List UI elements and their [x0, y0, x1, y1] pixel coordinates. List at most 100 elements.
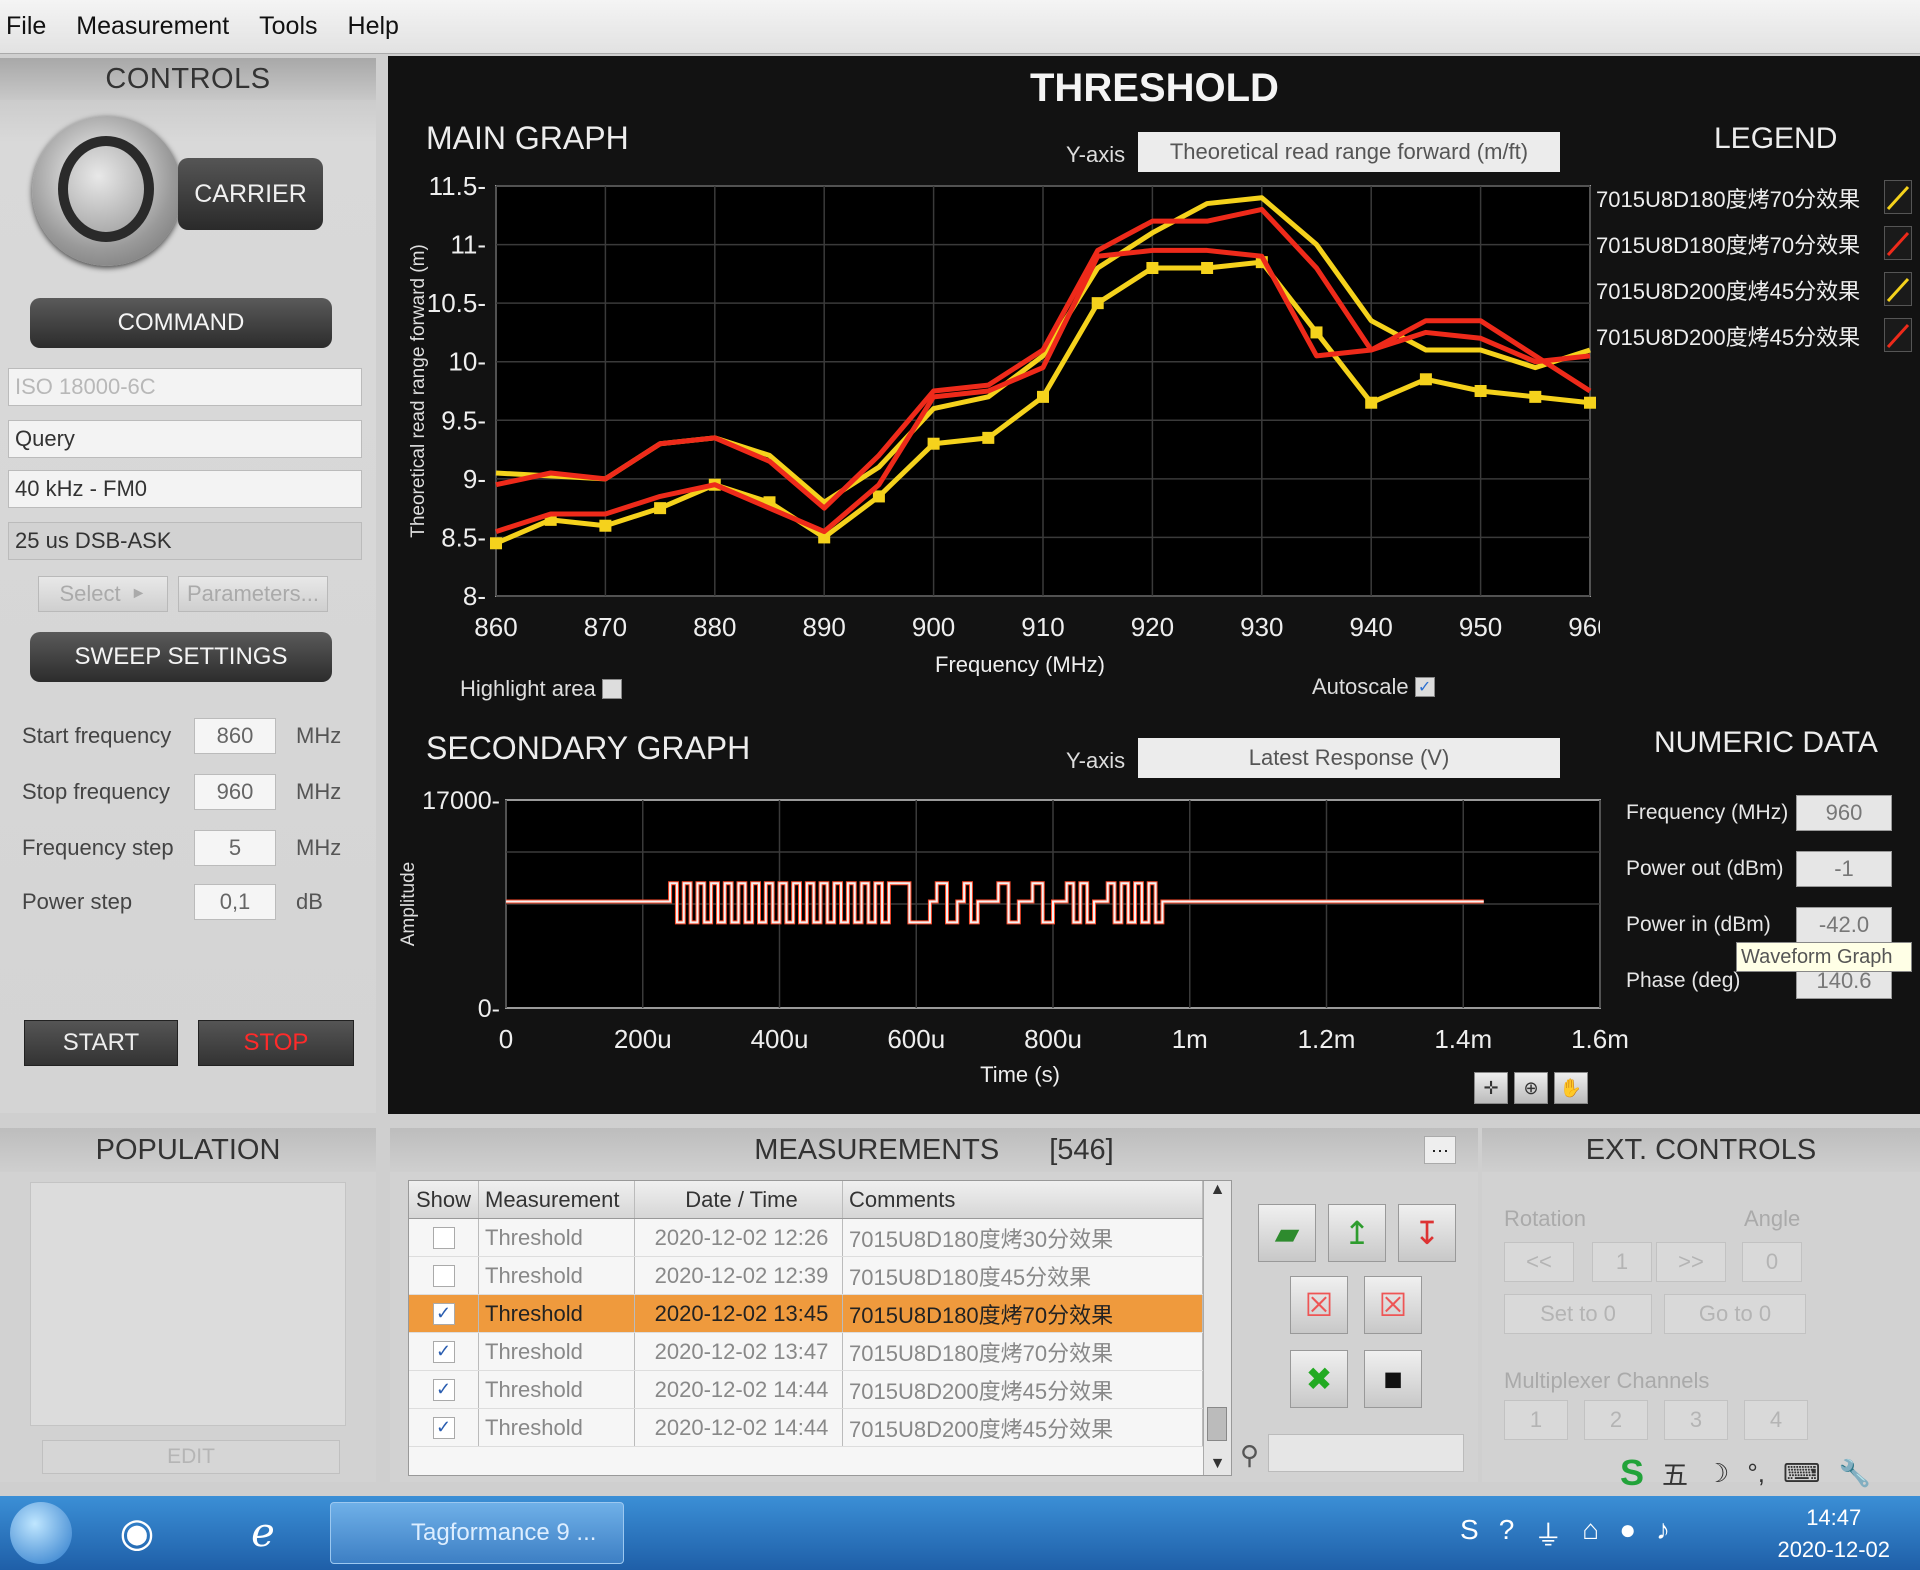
- autoscale-checkbox[interactable]: ✓: [1414, 677, 1435, 697]
- table-row[interactable]: Threshold 2020-12-02 12:39 7015U8D180度45分效…: [409, 1257, 1231, 1295]
- stop-frequency-input[interactable]: 960: [194, 774, 276, 810]
- menu-tools[interactable]: Tools: [259, 12, 317, 41]
- delete-icon[interactable]: ☒: [1290, 1276, 1348, 1334]
- windows-start-icon[interactable]: [10, 1502, 72, 1564]
- col-measurement[interactable]: Measurement: [479, 1181, 635, 1218]
- ie-browser-icon[interactable]: ℯ: [236, 1506, 290, 1560]
- population-list[interactable]: [30, 1182, 346, 1426]
- table-row[interactable]: ✓ Threshold 2020-12-02 14:44 7015U8D200度烤45…: [409, 1409, 1231, 1447]
- clock[interactable]: 14:47 2020-12-02: [1777, 1502, 1890, 1566]
- sogou-tray-icon[interactable]: S: [1460, 1514, 1479, 1554]
- frequency-step-input[interactable]: 5: [194, 830, 276, 866]
- autoscale-toggle[interactable]: Autoscale ✓: [1312, 674, 1435, 700]
- import-icon[interactable]: ▰: [1258, 1204, 1316, 1262]
- table-row[interactable]: ✓ Threshold 2020-12-02 14:44 7015U8D200度烤45…: [409, 1371, 1231, 1409]
- main-graph-chart[interactable]: 860 870 880 890 900 910 920 930 940 950 960 8- 8.5- 9…: [400, 176, 1600, 676]
- set-to-zero-button[interactable]: Set to 0: [1504, 1294, 1652, 1334]
- stop-frequency-unit: MHz: [296, 779, 342, 804]
- punctuation-icon[interactable]: °,: [1747, 1458, 1765, 1489]
- row-show-checkbox[interactable]: ✓: [432, 1340, 455, 1363]
- stop-button[interactable]: STOP: [198, 1020, 354, 1066]
- secondary-yaxis-select[interactable]: Latest Response (V): [1138, 738, 1560, 778]
- delete-all-icon[interactable]: ☒: [1364, 1276, 1422, 1334]
- parameters-button[interactable]: Parameters...: [178, 576, 328, 612]
- channel-1-button[interactable]: 1: [1504, 1400, 1568, 1440]
- taskbar-app-tagformance[interactable]: Tagformance 9 ...: [330, 1502, 624, 1564]
- keyboard-icon[interactable]: ⌨: [1783, 1458, 1821, 1489]
- crosshair-icon[interactable]: ✛: [1474, 1072, 1508, 1104]
- table-row[interactable]: ✓ Threshold 2020-12-02 13:45 7015U8D180度烤70…: [409, 1295, 1231, 1333]
- ime-mode-label[interactable]: 五: [1662, 1455, 1688, 1492]
- channel-3-button[interactable]: 3: [1664, 1400, 1728, 1440]
- go-to-zero-button[interactable]: Go to 0: [1664, 1294, 1806, 1334]
- volume-icon[interactable]: ♪: [1656, 1514, 1670, 1554]
- series-point: [1529, 390, 1542, 403]
- rotation-step-field[interactable]: 1: [1592, 1242, 1652, 1282]
- usb-icon[interactable]: ⏚: [1534, 1514, 1562, 1554]
- highlight-area-toggle[interactable]: Highlight area: [460, 676, 622, 702]
- table-row[interactable]: Threshold 2020-12-02 12:26 7015U8D180度烤30分…: [409, 1219, 1231, 1257]
- row-show-checkbox[interactable]: [432, 1226, 455, 1249]
- link-frequency-field[interactable]: 40 kHz - FM0: [8, 470, 362, 508]
- media-player-icon[interactable]: ◉: [110, 1506, 164, 1560]
- command-button[interactable]: COMMAND: [30, 298, 332, 348]
- menu-file[interactable]: File: [6, 12, 46, 41]
- menu-help[interactable]: Help: [348, 12, 399, 41]
- main-yaxis-select[interactable]: Theoretical read range forward (m/ft): [1138, 132, 1560, 172]
- x-tick-label: 1.2m: [1298, 1024, 1356, 1054]
- legend-item-3[interactable]: 7015U8D200度烤45分效果: [1596, 270, 1860, 310]
- channel-2-button[interactable]: 2: [1584, 1400, 1648, 1440]
- menu-measurement[interactable]: Measurement: [76, 12, 229, 41]
- select-button[interactable]: Select ►: [38, 576, 168, 612]
- secondary-graph-chart[interactable]: 0 200u 400u 600u 800u 1m 1.2m 1.4m 1.6m 0- 17000- T…: [390, 786, 1630, 1096]
- stop-square-icon[interactable]: ■: [1364, 1350, 1422, 1408]
- channel-4-button[interactable]: 4: [1744, 1400, 1808, 1440]
- row-show-checkbox[interactable]: [432, 1264, 455, 1287]
- row-show-checkbox[interactable]: ✓: [432, 1416, 455, 1439]
- legend-item-4[interactable]: 7015U8D200度烤45分效果: [1596, 316, 1860, 356]
- modulation-field[interactable]: 25 us DSB-ASK: [8, 522, 362, 560]
- legend-swatch-3[interactable]: [1884, 272, 1912, 306]
- security-icon[interactable]: ●: [1619, 1514, 1636, 1554]
- legend-swatch-4[interactable]: [1884, 318, 1912, 352]
- sweep-settings-button[interactable]: SWEEP SETTINGS: [30, 632, 332, 682]
- help-icon[interactable]: ?: [1499, 1514, 1515, 1554]
- row-show-checkbox[interactable]: ✓: [432, 1378, 455, 1401]
- search-input[interactable]: [1268, 1434, 1464, 1472]
- col-comments[interactable]: Comments: [843, 1181, 1203, 1218]
- zoom-icon[interactable]: ⊕: [1514, 1072, 1548, 1104]
- wrench-icon[interactable]: 🔧: [1839, 1458, 1871, 1489]
- start-button[interactable]: START: [24, 1020, 178, 1066]
- export-up-icon[interactable]: ↥: [1328, 1204, 1386, 1262]
- scroll-down-icon[interactable]: ▼: [1204, 1455, 1231, 1473]
- export-down-icon[interactable]: ↧: [1398, 1204, 1456, 1262]
- sogou-icon[interactable]: S: [1620, 1452, 1644, 1494]
- highlight-area-checkbox[interactable]: [601, 679, 622, 699]
- start-frequency-input[interactable]: 860: [194, 718, 276, 754]
- legend-swatch-1[interactable]: [1884, 180, 1912, 214]
- carrier-knob[interactable]: [32, 116, 182, 266]
- moon-icon[interactable]: ☽: [1706, 1458, 1729, 1489]
- col-date-time[interactable]: Date / Time: [635, 1181, 843, 1218]
- scroll-thumb[interactable]: [1207, 1407, 1227, 1441]
- table-scrollbar[interactable]: ▲ ▼: [1203, 1181, 1231, 1475]
- edit-button[interactable]: EDIT: [42, 1440, 340, 1474]
- color-lines-icon[interactable]: ✖: [1290, 1350, 1348, 1408]
- table-row[interactable]: ✓ Threshold 2020-12-02 13:47 7015U8D180度烤70…: [409, 1333, 1231, 1371]
- network-icon[interactable]: ⌂: [1582, 1514, 1599, 1554]
- power-step-input[interactable]: 0,1: [194, 884, 276, 920]
- legend-swatch-2[interactable]: [1884, 226, 1912, 260]
- row-show-checkbox[interactable]: ✓: [432, 1302, 455, 1325]
- command-field[interactable]: Query: [8, 420, 362, 458]
- scroll-up-icon[interactable]: ▲: [1204, 1181, 1231, 1199]
- carrier-button[interactable]: CARRIER: [178, 158, 323, 230]
- rotate-prev-button[interactable]: <<: [1504, 1242, 1574, 1282]
- col-show[interactable]: Show: [409, 1181, 479, 1218]
- legend-item-2[interactable]: 7015U8D180度烤70分效果: [1596, 224, 1860, 264]
- legend-item-1[interactable]: 7015U8D180度烤70分效果: [1596, 178, 1860, 218]
- angle-field[interactable]: 0: [1742, 1242, 1802, 1282]
- pan-hand-icon[interactable]: ✋: [1554, 1072, 1588, 1104]
- protocol-field[interactable]: ISO 18000-6C: [8, 368, 362, 406]
- rotate-next-button[interactable]: >>: [1656, 1242, 1726, 1282]
- more-icon[interactable]: ···: [1424, 1136, 1456, 1164]
